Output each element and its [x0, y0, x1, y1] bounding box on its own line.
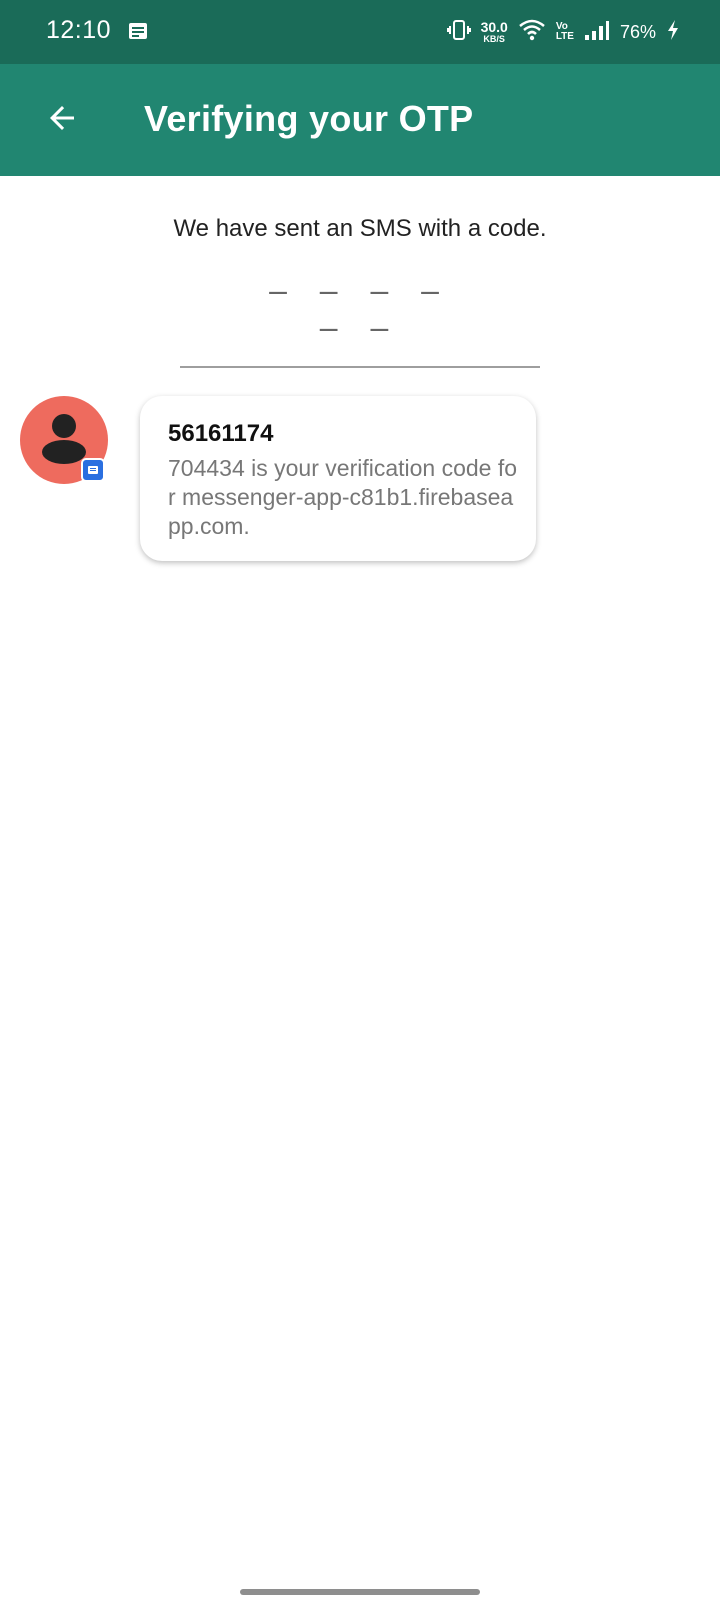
vibrate-icon [446, 18, 471, 47]
otp-input-underline [180, 366, 540, 368]
status-icons: 30.0 KB/S Vo LTE 76% [446, 14, 680, 50]
battery-level: 76% [619, 21, 656, 42]
charging-icon [666, 19, 680, 46]
sender-avatar[interactable] [20, 396, 108, 484]
otp-input[interactable]: – – – – – – [260, 272, 460, 345]
page-title: Verifying your OTP [144, 98, 474, 139]
arrow-back-icon [44, 100, 80, 141]
sms-sender: 56161174 [168, 420, 274, 447]
message-notification-icon [128, 22, 148, 40]
wifi-icon [518, 18, 546, 47]
messages-badge-icon [81, 458, 105, 482]
status-bar: 12:10 30.0 KB/S Vo LTE 76% [0, 0, 720, 64]
network-speed: 30.0 KB/S [480, 19, 508, 44]
status-time: 12:10 [46, 16, 112, 44]
sms-message: 704434 is your verification code for mes… [168, 455, 518, 539]
signal-icon [584, 19, 610, 46]
sms-suggestion-card[interactable]: 56161174 704434 is your verification cod… [140, 396, 536, 561]
otp-instruction: We have sent an SMS with a code. [173, 215, 547, 242]
back-button[interactable] [30, 88, 94, 152]
app-bar: Verifying your OTP [0, 64, 720, 176]
volte-indicator: Vo LTE [555, 21, 574, 42]
home-indicator[interactable] [240, 1589, 480, 1595]
